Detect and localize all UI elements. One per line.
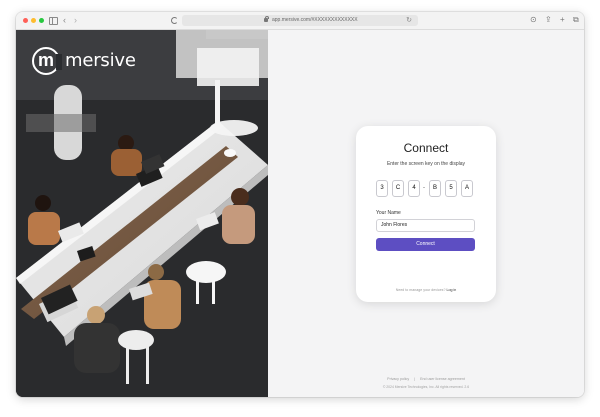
- screen-key-char-1[interactable]: 3: [376, 180, 388, 197]
- brand-logo: mersive: [32, 47, 136, 75]
- minimize-window-button[interactable]: [31, 18, 36, 23]
- page-settings-icon[interactable]: [171, 17, 178, 24]
- chevron-left-icon[interactable]: ‹: [63, 15, 66, 25]
- url-text[interactable]: app.mersive.com/#XXXXXXXXXXXXX: [272, 16, 358, 25]
- page-content: mersive Connect Enter the screen key on …: [16, 30, 584, 397]
- connect-title: Connect: [403, 141, 449, 155]
- tabs-icon[interactable]: ⧉: [573, 15, 579, 25]
- mersive-logo-icon: [32, 47, 62, 75]
- meeting-room-photo: [16, 30, 268, 397]
- name-input[interactable]: John Flores: [376, 219, 475, 232]
- connect-card: Connect Enter the screen key on the disp…: [356, 126, 496, 302]
- plus-icon[interactable]: +: [560, 15, 565, 25]
- connect-panel: Connect Enter the screen key on the disp…: [268, 30, 584, 397]
- maximize-window-button[interactable]: [39, 18, 44, 23]
- manage-devices-text: Need to manage your devices? Log in: [356, 288, 496, 293]
- screen-key-input-group: 3 C 4 - B 5 A: [376, 180, 476, 198]
- screen-key-char-3[interactable]: 4: [408, 180, 420, 197]
- reload-icon[interactable]: ↻: [406, 16, 412, 25]
- sidebar-icon[interactable]: [49, 17, 58, 25]
- hero-image: mersive: [16, 30, 268, 397]
- screen-key-char-4[interactable]: B: [429, 180, 441, 197]
- screen-key-separator: -: [423, 185, 425, 191]
- footer-links: Privacy policy | End user license agreem…: [268, 377, 584, 382]
- screen-key-char-6[interactable]: A: [461, 180, 473, 197]
- screen: ‹ › app.mersive.com/#XXXXXXXXXXXXX ↻ ⊙ ⇪…: [0, 0, 600, 417]
- download-icon[interactable]: ⊙: [530, 15, 537, 25]
- manage-devices-prompt: Need to manage your devices?: [395, 288, 446, 292]
- brand-name: mersive: [65, 50, 136, 71]
- copyright-text: © 2024 Mersive Technologies, Inc. All ri…: [382, 385, 470, 389]
- lock-icon: [264, 16, 269, 22]
- share-icon[interactable]: ⇪: [545, 15, 552, 25]
- address-bar[interactable]: app.mersive.com/#XXXXXXXXXXXXX ↻: [182, 15, 418, 26]
- screen-key-instruction: Enter the screen key on the display: [386, 161, 466, 167]
- browser-toolbar: ‹ › app.mersive.com/#XXXXXXXXXXXXX ↻ ⊙ ⇪…: [16, 12, 584, 30]
- name-label: Your Name: [376, 210, 401, 216]
- connect-button[interactable]: Connect: [376, 238, 475, 251]
- privacy-policy-link[interactable]: Privacy policy: [387, 377, 409, 381]
- login-link[interactable]: Log in: [446, 288, 456, 292]
- screen-key-char-5[interactable]: 5: [445, 180, 457, 197]
- footer-separator: |: [414, 377, 416, 381]
- screen-key-char-2[interactable]: C: [392, 180, 404, 197]
- close-window-button[interactable]: [23, 18, 28, 23]
- chevron-right-icon[interactable]: ›: [74, 15, 77, 25]
- license-agreement-link[interactable]: End user license agreement: [420, 377, 465, 381]
- browser-window: ‹ › app.mersive.com/#XXXXXXXXXXXXX ↻ ⊙ ⇪…: [16, 12, 584, 397]
